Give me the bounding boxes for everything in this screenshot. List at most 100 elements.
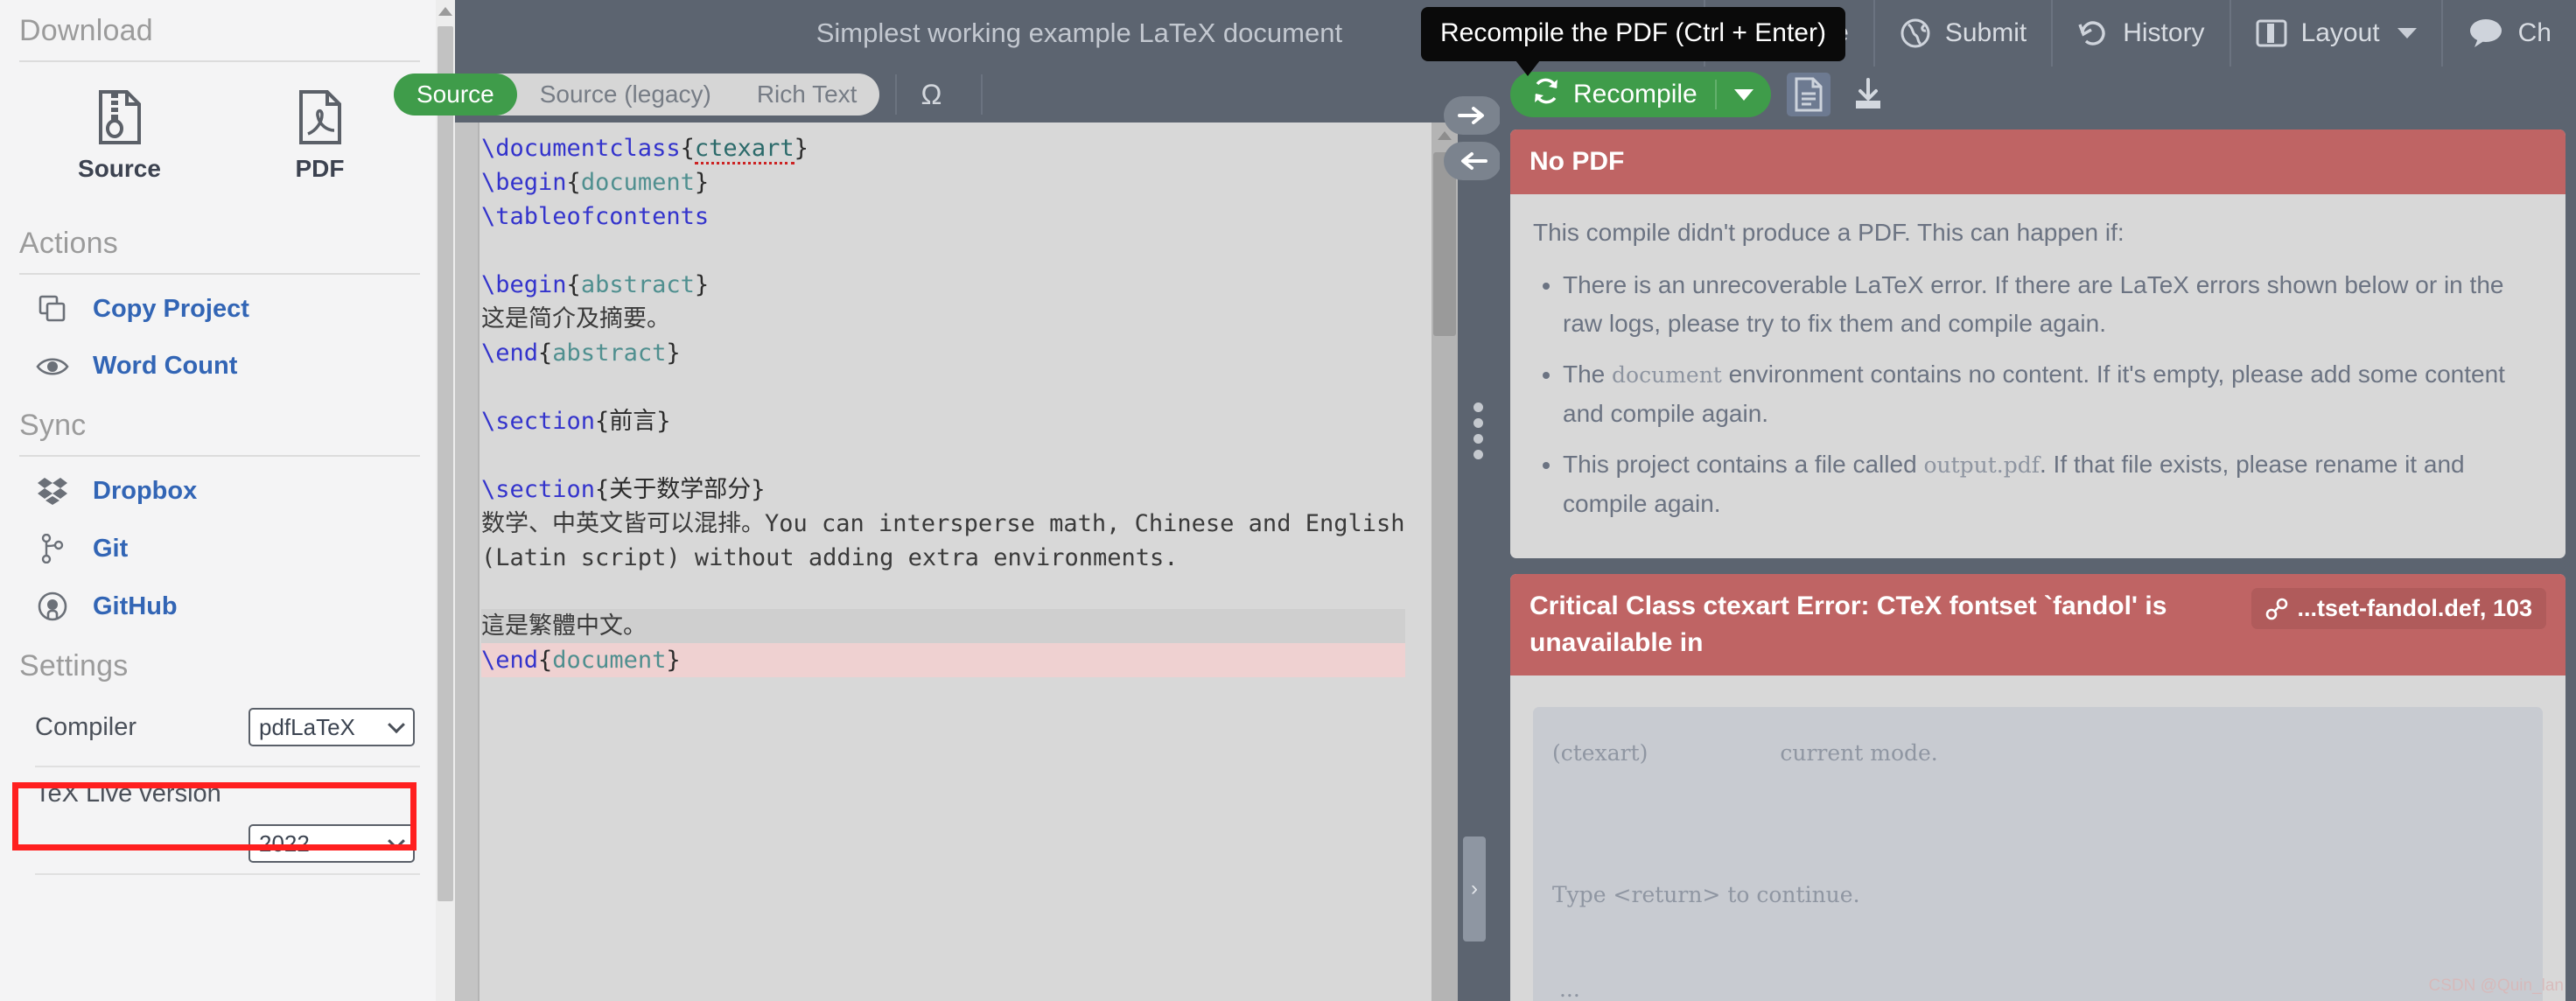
texlive-setting-row: TeX Live version 2022 [19, 767, 420, 866]
log-file-location-chip[interactable]: ...tset-fandol.def, 103 [2251, 588, 2546, 629]
code-line[interactable]: \section{前言} [481, 404, 1405, 438]
watermark-text: CSDN @Quin_lan [2428, 976, 2564, 995]
code-line[interactable] [481, 438, 1405, 472]
log-bullet-item: The document environment contains no con… [1563, 355, 2543, 433]
code-token: \section [481, 408, 596, 435]
scroll-up-arrow-icon[interactable] [438, 7, 452, 16]
sync-to-pdf-button[interactable] [1444, 96, 1502, 135]
sync-github-action[interactable]: GitHub [19, 578, 420, 635]
layout-icon [2256, 18, 2287, 48]
expand-panel-handle[interactable]: › [1463, 836, 1486, 942]
symbol-palette-button[interactable]: Ω [897, 74, 965, 116]
code-line[interactable]: \begin{document} [481, 165, 1405, 200]
editor-scrollbar[interactable] [1432, 122, 1458, 1001]
layout-label: Layout [2300, 18, 2380, 47]
code-token: 这是简介及摘要。 [481, 305, 670, 332]
splitter-drag-handle[interactable] [1474, 402, 1483, 459]
submit-label: Submit [1944, 18, 2027, 47]
history-button[interactable]: History [2051, 0, 2229, 66]
history-icon [2077, 18, 2109, 49]
tab-rich-text[interactable]: Rich Text [734, 74, 880, 116]
log-card-header: No PDF [1510, 130, 2566, 194]
code-line[interactable] [481, 234, 1405, 268]
project-menu-panel: Download Source PDF Actions Copy Project… [0, 0, 455, 1001]
log-intro-text: This compile didn't produce a PDF. This … [1533, 219, 2124, 246]
editor-column: Source Source (legacy) Rich Text Ω \docu… [394, 66, 1458, 1001]
code-line[interactable] [481, 575, 1405, 609]
sync-git-action[interactable]: Git [19, 520, 420, 578]
tab-source[interactable]: Source [394, 74, 517, 116]
scroll-up-arrow-icon[interactable] [1438, 131, 1452, 140]
recompile-button-group[interactable]: Recompile [1510, 72, 1771, 117]
code-line[interactable]: 这是简介及摘要。 [481, 302, 1405, 336]
download-pdf-label: PDF [295, 155, 345, 182]
download-source-label: Source [78, 155, 161, 182]
sync-section-heading: Sync [19, 409, 87, 442]
sidebar-scrollbar[interactable] [436, 0, 455, 1001]
compile-log-card[interactable]: No PDF This compile didn't produce a PDF.… [1510, 130, 2566, 558]
log-card-body: This compile didn't produce a PDF. This … [1510, 194, 2566, 558]
download-source-button[interactable]: Source [19, 90, 220, 183]
code-token: \tableofcontents [481, 203, 710, 230]
view-logs-button[interactable] [1786, 73, 1830, 116]
submit-button[interactable]: Submit [1872, 0, 2051, 66]
zip-file-icon [97, 90, 143, 144]
sync-to-code-button[interactable] [1444, 142, 1502, 180]
code-token: document [1612, 362, 1722, 388]
code-line[interactable]: 数学、中英文皆可以混排。You can intersperse math, Ch… [481, 507, 1405, 575]
chevron-down-icon [1733, 88, 1754, 101]
sync-git-label: Git [93, 534, 129, 563]
download-pdf-button[interactable]: PDF [220, 90, 420, 183]
code-content[interactable]: \documentclass{ctexart} \begin{document} \… [481, 131, 1405, 677]
chat-button[interactable]: Ch [2440, 0, 2576, 66]
copy-project-action[interactable]: Copy Project [19, 280, 420, 338]
log-raw-output: (ctexart) current mode. Type <return> to… [1533, 707, 2543, 1001]
download-buttons-row: Source PDF [19, 67, 420, 213]
compile-log-card[interactable]: Critical Class ctexart Error: CTeX fonts… [1510, 574, 2566, 1001]
tooltip-arrow [1516, 60, 1540, 76]
download-section-heading: Download [19, 14, 153, 47]
sync-divider [19, 455, 420, 457]
code-token: 這是繁體中文。 [481, 612, 647, 640]
code-token: \documentclass [481, 135, 681, 162]
code-line[interactable]: \end{document} [481, 643, 1405, 677]
code-token: abstract [580, 271, 695, 298]
editor-mode-switch: Source Source (legacy) Rich Text [394, 74, 880, 116]
code-token: { [566, 169, 581, 196]
chevron-down-icon [388, 716, 405, 734]
download-pdf-button[interactable] [1846, 73, 1890, 116]
code-token: \section [481, 476, 596, 503]
code-token: ctexart [694, 135, 794, 164]
code-token: \end [481, 647, 539, 674]
code-line[interactable]: \end{abstract} [481, 336, 1405, 370]
word-count-action[interactable]: Word Count [19, 338, 420, 395]
tab-source-legacy[interactable]: Source (legacy) [517, 74, 734, 116]
panel-splitter[interactable]: › [1444, 66, 1502, 1001]
arrow-right-icon [1458, 107, 1484, 124]
texlive-select[interactable]: 2022 [248, 824, 415, 863]
code-line[interactable]: \tableofcontents [481, 200, 1405, 234]
code-line[interactable]: \section{关于数学部分} [481, 472, 1405, 507]
sidebar-scroll-thumb[interactable] [438, 26, 453, 901]
arrow-left-icon [1461, 152, 1488, 170]
code-line[interactable]: \documentclass{ctexart} [481, 131, 1405, 165]
omega-icon: Ω [920, 78, 942, 110]
code-token: } [666, 340, 681, 367]
code-line[interactable]: 這是繁體中文。 [481, 609, 1405, 643]
code-token: {关于数学部分} [595, 476, 766, 503]
eye-icon [35, 355, 70, 378]
tab-source-legacy-label: Source (legacy) [539, 80, 711, 108]
editor-scroll-thumb[interactable] [1433, 152, 1456, 336]
compiler-select[interactable]: pdfLaTeX [248, 708, 415, 746]
recompile-options-button[interactable] [1717, 88, 1771, 101]
code-line[interactable] [481, 370, 1405, 404]
code-token: output.pdf [1923, 452, 2040, 478]
download-divider [19, 60, 420, 62]
compiler-setting-row: Compiler pdfLaTeX [19, 696, 420, 759]
sync-dropbox-action[interactable]: Dropbox [19, 462, 420, 520]
code-line[interactable]: \begin{abstract} [481, 268, 1405, 302]
recompile-button[interactable]: Recompile [1510, 76, 1715, 113]
pdf-file-icon [298, 90, 343, 144]
layout-button[interactable]: Layout [2229, 0, 2441, 66]
code-editor[interactable]: \documentclass{ctexart} \begin{document} \… [455, 122, 1458, 1001]
